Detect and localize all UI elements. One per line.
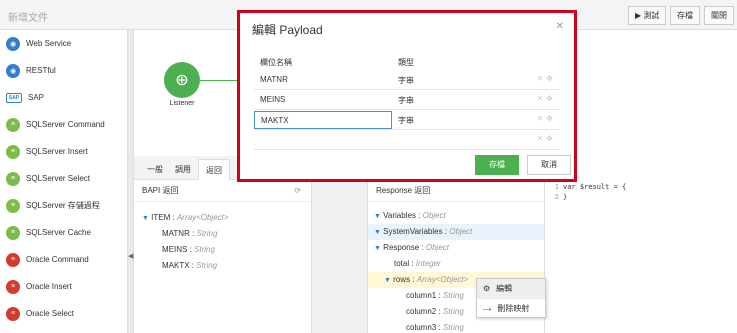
tab-invoke[interactable]: 調用 [168,159,198,180]
tree-row[interactable]: ▼ ITEM : Array<Object> [134,210,311,226]
tree-row[interactable]: ▼ Variables : Object [368,208,544,224]
document-title: 新增文件 [8,13,48,24]
move-icon[interactable]: ✥ [546,134,556,143]
tree-row[interactable]: MATNR : String [134,226,311,242]
sidebar-item-oracle-select[interactable]: ≡ Oracle Select [0,300,127,327]
globe-icon: ◉ [6,36,20,51]
caret-down-icon[interactable]: ▼ [384,277,391,284]
code-editor[interactable]: 1 var $result = { 2} [549,180,737,333]
field-name-input[interactable] [254,111,392,129]
payload-row[interactable]: MEINS 字串 ✕✥ [254,90,560,110]
tab-return[interactable]: 返回 [198,159,230,180]
sidebar-item-sqlserver-insert[interactable]: ≡ SQLServer Insert [0,138,127,165]
column-header-type: 類型 [398,58,414,67]
sidebar-item-label: SAP [28,93,45,102]
test-button[interactable]: ▶ 測試 [628,6,667,25]
context-menu: ⚙ 編輯 ⤏ 刪除映射 [476,278,546,318]
column-header-name: 欄位名稱 [260,58,292,67]
sidebar-item-oracle-insert[interactable]: ≡ Oracle Insert [0,273,127,300]
tree-row[interactable]: column3 : String [368,320,544,333]
delete-icon[interactable]: ✕ [537,134,547,143]
node-connector [200,80,240,81]
dialog-cancel-button[interactable]: 取消 [527,155,571,175]
refresh-icon[interactable]: ⟳ [294,180,301,202]
sidebar-item-sqlserver-procedure[interactable]: ≡ SQLServer 存儲過程 [0,192,127,219]
tree-row[interactable]: MAKTX : String [134,258,311,274]
code-line: 1 var $result = { [554,183,627,191]
field-type: 字串 [398,116,414,125]
code-line: 2} [554,193,568,201]
sidebar-item-label: Web Service [26,39,72,48]
database-icon: ≡ [6,225,20,240]
sidebar-item-label: Oracle Insert [26,282,72,291]
sidebar-item-label: SQLServer 存儲過程 [26,201,100,210]
tree-row[interactable]: ▼ Response : Object [368,240,544,256]
sidebar-item-sqlserver-command[interactable]: ≡ SQLServer Command [0,111,127,138]
edit-payload-dialog: 編輯 Payload ✕ 欄位名稱 類型 MATNR 字串 ✕✥ MEINS 字… [237,10,577,182]
field-name: MATNR [260,75,288,84]
sidebar-item-label: RESTful [26,66,56,75]
payload-row-empty[interactable]: ✕✥ [254,130,560,150]
sidebar-item-label: SQLServer Select [26,174,91,183]
tree-row[interactable]: MEINS : String [134,242,311,258]
globe-icon: ⊕ [175,72,189,89]
close-icon[interactable]: ✕ [556,21,564,32]
tree-row[interactable]: total : Integer [368,256,544,272]
collapse-arrow-icon[interactable]: ◀ [128,252,133,260]
sidebar-item-oracle-command[interactable]: ≡ Oracle Command [0,246,127,273]
mapping-gutter [312,180,367,333]
dialog-save-button[interactable]: 存檔 [475,155,519,175]
listener-node[interactable]: ⊕ [164,62,200,98]
payload-row[interactable]: 字串 ✕✥ [254,110,560,130]
caret-down-icon[interactable]: ▼ [142,215,149,222]
sidebar-item-label: SQLServer Insert [26,147,88,156]
menu-item-remove-mapping[interactable]: ⤏ 刪除映射 [477,299,545,319]
delete-icon[interactable]: ✕ [537,114,547,123]
save-button[interactable]: 存檔 [670,6,700,25]
sidebar-item-sqlserver-cache[interactable]: ≡ SQLServer Cache [0,219,127,246]
database-icon: ≡ [6,252,20,267]
sap-icon: SAP [6,92,22,103]
sidebar-item-sap[interactable]: SAP SAP [0,84,127,111]
delete-icon[interactable]: ✕ [537,94,547,103]
database-icon: ≡ [6,198,20,213]
sidebar-item-label: SQLServer Command [26,120,105,129]
rest-icon: ◉ [6,63,20,78]
caret-down-icon[interactable]: ▼ [374,229,381,236]
tab-general[interactable]: 一般 [140,159,170,180]
panel-title: Response 返回 [368,180,544,202]
database-icon: ≡ [6,171,20,186]
sidebar-item-label: Oracle Command [26,255,89,264]
sidebar-item-label: SQLServer Cache [26,228,91,237]
move-icon[interactable]: ✥ [546,94,556,103]
dialog-title: 編輯 Payload [252,23,323,37]
gear-icon: ⚙ [483,284,491,293]
database-icon: ≡ [6,117,20,132]
caret-down-icon[interactable]: ▼ [374,213,381,220]
tree-row[interactable]: ▼ SystemVariables : Object [368,224,544,240]
close-button[interactable]: 關閉 [704,6,734,25]
sidebar-item-sqlserver-select[interactable]: ≡ SQLServer Select [0,165,127,192]
payload-row[interactable]: MATNR 字串 ✕✥ [254,70,560,90]
move-icon[interactable]: ✥ [546,114,556,123]
move-icon[interactable]: ✥ [546,74,556,83]
sidebar-item-restful[interactable]: ◉ RESTful [0,57,127,84]
menu-item-edit[interactable]: ⚙ 編輯 [477,279,545,299]
delete-icon[interactable]: ✕ [537,74,547,83]
field-type: 字串 [398,76,414,85]
field-type: 字串 [398,96,414,105]
listener-node-label: Listener [169,100,195,107]
bapi-return-panel: BAPI 返回 ⟳ ▼ ITEM : Array<Object> MATNR : … [134,180,312,333]
field-name: MEINS [260,95,286,104]
database-icon: ≡ [6,279,20,294]
database-icon: ≡ [6,144,20,159]
sidebar-item-web-service[interactable]: ◉ Web Service [0,30,127,57]
unlink-icon: ⤏ [483,304,492,313]
panel-title: BAPI 返回 ⟳ [134,180,311,202]
database-icon: ≡ [6,306,20,321]
component-sidebar: ◉ Web Service ◉ RESTful SAP SAP ≡ SQLServer … [0,30,128,333]
caret-down-icon[interactable]: ▼ [374,245,381,252]
sidebar-item-label: Oracle Select [26,309,75,318]
